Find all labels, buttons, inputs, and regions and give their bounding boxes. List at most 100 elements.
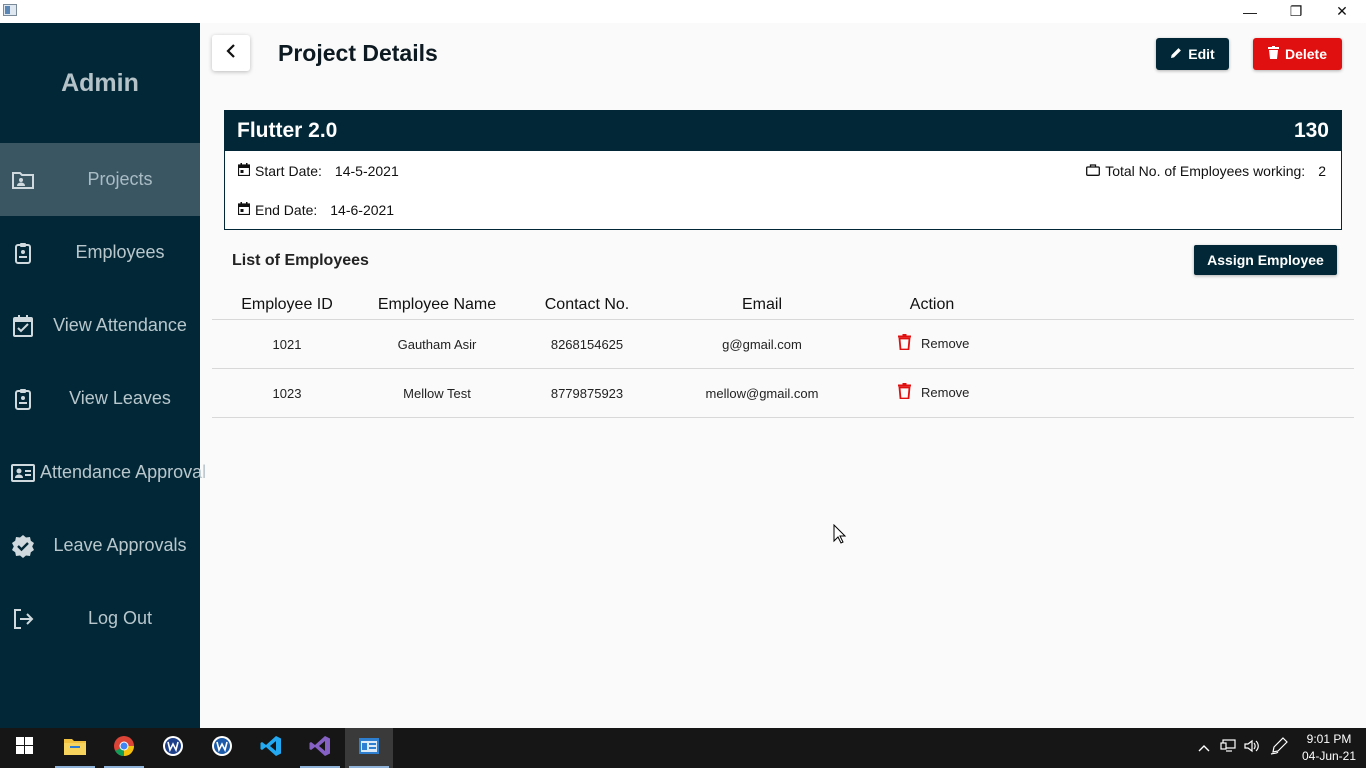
project-id: 130 [1293,119,1329,142]
edit-label: Edit [1188,46,1215,62]
delete-button[interactable]: Delete [1253,38,1342,70]
windows-icon [15,737,33,759]
column-header-email: Email [741,296,782,313]
folder-user-icon [11,168,35,192]
network-icon [1220,738,1236,758]
table-row: 1023 Mellow Test 8779875923 mellow@gmail… [212,369,1354,418]
employee-id-cell: 1023 [272,386,302,401]
total-employees-value: 2 [1318,163,1326,179]
start-date-value: 14-5-2021 [334,163,399,179]
column-header-action: Action [909,296,955,313]
email-cell: mellow@gmail.com [705,386,819,401]
remove-label: Remove [921,336,970,351]
chevron-left-icon [226,43,236,63]
sidebar-item-logout[interactable]: Log Out [0,582,200,655]
delete-label: Delete [1284,46,1328,62]
sidebar-item-view-leaves[interactable]: View Leaves [0,362,200,435]
pen-icon [1270,736,1288,760]
column-header-employee-name: Employee Name [377,296,497,313]
logout-icon [11,607,35,631]
employee-name-cell: Mellow Test [403,386,471,401]
remove-label: Remove [921,385,970,400]
end-date-row: End Date: 14-6-2021 [237,202,395,218]
taskbar-app-w-2[interactable] [198,728,246,768]
briefcase-icon [1086,163,1101,179]
project-name: Flutter 2.0 [237,119,338,142]
id-card-icon [11,461,35,485]
contact-cell: 8779875923 [550,386,624,401]
minimize-button[interactable]: — [1227,0,1273,23]
volume-button[interactable] [1242,728,1262,768]
visual-studio-icon [309,735,331,762]
taskbar-file-explorer[interactable] [51,728,99,768]
employee-name-cell: Gautham Asir [397,337,477,352]
network-button[interactable] [1218,728,1238,768]
id-badge-icon [11,241,35,265]
taskbar-visual-studio[interactable] [296,728,344,768]
mouse-cursor-icon [833,523,847,549]
taskbar: 9:01 PM 04-Jun-21 [0,728,1366,768]
trash-icon [898,334,911,353]
clock-date: 04-Jun-21 [1301,749,1357,763]
trash-icon [1267,46,1279,62]
table-row: 1021 Gautham Asir 8268154625 g@gmail.com… [212,320,1354,369]
speaker-icon [1244,739,1260,758]
chevron-up-icon [1198,739,1210,757]
sidebar-item-label: View Attendance [53,315,187,335]
taskbar-clock[interactable]: 9:01 PM 04-Jun-21 [1298,731,1360,765]
trash-icon [898,383,911,402]
sidebar-item-projects[interactable]: Projects [0,143,200,216]
remove-employee-button[interactable]: Remove [898,334,969,353]
total-employees-label: Total No. of Employees working: [1105,163,1306,179]
end-date-value: 14-6-2021 [330,202,395,218]
app-window-icon [3,4,17,16]
taskbar-chrome[interactable] [100,728,148,768]
calendar-icon [237,202,251,218]
app-w-icon [211,735,233,762]
sidebar-item-employees[interactable]: Employees [0,216,200,289]
close-window-button[interactable]: ✕ [1319,0,1365,23]
verified-badge-icon [11,534,35,558]
pen-workspace-button[interactable] [1268,728,1290,768]
calendar-icon [237,163,251,179]
taskbar-app-w-1[interactable] [149,728,197,768]
start-button[interactable] [0,728,48,768]
project-card-header: Flutter 2.0 130 [225,111,1341,151]
taskbar-vscode[interactable] [247,728,295,768]
employees-list-title: List of Employees [232,252,369,269]
sidebar-item-label: Leave Approvals [53,535,187,555]
total-employees-row: Total No. of Employees working: 2 [1086,163,1326,179]
remove-employee-button[interactable]: Remove [898,383,969,402]
email-cell: g@gmail.com [722,337,802,352]
assign-employee-button[interactable]: Assign Employee [1194,245,1337,275]
sidebar-item-label: Attendance Approval [40,462,207,482]
back-button[interactable] [212,35,250,71]
sidebar-item-leave-approvals[interactable]: Leave Approvals [0,509,200,582]
sidebar-item-attendance-approval[interactable]: Attendance Approval [0,436,207,509]
start-date-row: Start Date: 14-5-2021 [237,163,399,179]
vscode-icon [260,735,282,762]
folder-icon [64,737,86,760]
app-window-icon [359,737,379,759]
app-w-icon [162,735,184,762]
project-card: Flutter 2.0 130 Start Date: 14-5-2021 En… [224,110,1342,230]
column-header-contact: Contact No. [544,296,630,313]
employee-id-cell: 1021 [272,337,302,352]
sidebar-item-label: View Leaves [69,388,171,408]
sidebar-item-label: Projects [87,169,153,189]
column-header-employee-id: Employee ID [241,296,333,313]
edit-button[interactable]: Edit [1156,38,1229,70]
restore-button[interactable]: ❐ [1273,0,1319,23]
end-date-label: End Date: [255,202,318,218]
sidebar: Admin Projects Employees View Attendance… [0,23,207,728]
contact-cell: 8268154625 [550,337,624,352]
show-hidden-icons-button[interactable] [1194,728,1214,768]
taskbar-flutter-app[interactable] [345,728,393,768]
sidebar-item-view-attendance[interactable]: View Attendance [0,289,200,362]
employees-table: Employee ID Employee Name Contact No. Em… [212,288,1354,418]
clock-time: 9:01 PM [1306,732,1352,746]
sidebar-brand: Admin [61,69,139,97]
clipboard-icon [11,387,35,411]
window-titlebar: — ❐ ✕ [0,0,1366,23]
start-date-label: Start Date: [255,163,322,179]
